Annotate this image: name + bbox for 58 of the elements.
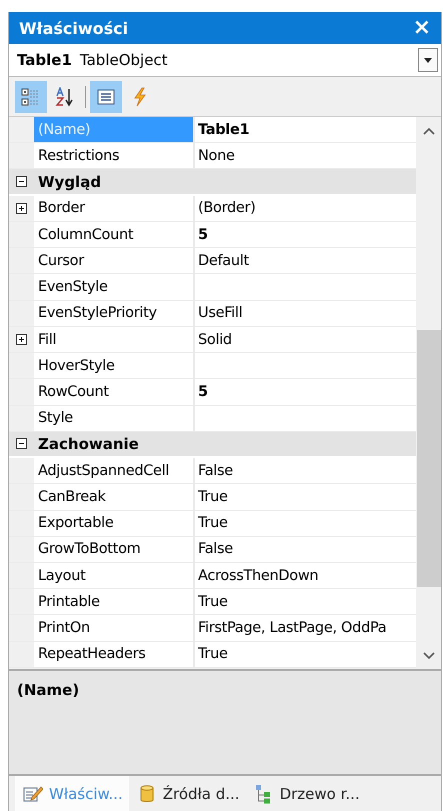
value-cell[interactable]: [195, 406, 416, 431]
property-value[interactable]: True: [195, 484, 416, 510]
tab[interactable]: Źródła d...: [128, 776, 246, 811]
property-value[interactable]: Default: [195, 248, 416, 274]
window-title: Właściwości: [19, 18, 128, 38]
property-value[interactable]: FirstPage, LastPage, OddPa: [195, 615, 416, 641]
property-value[interactable]: (Border): [195, 196, 416, 221]
object-type: TableObject: [80, 51, 169, 69]
value-cell[interactable]: [195, 353, 416, 378]
properties-button[interactable]: [90, 81, 122, 113]
property-value[interactable]: AcrossThenDown: [195, 563, 416, 588]
object-name: Table1: [17, 51, 72, 69]
property-value[interactable]: UseFill: [195, 300, 416, 326]
object-selector[interactable]: Table1 TableObject: [9, 44, 441, 77]
property-name[interactable]: Cursor: [34, 248, 195, 274]
property-value[interactable]: 5: [195, 379, 416, 405]
property-value[interactable]: False: [195, 458, 416, 484]
property-name[interactable]: EvenStylePriority: [34, 300, 195, 326]
dropdown-button[interactable]: [418, 48, 438, 72]
pencil-icon: [23, 784, 43, 804]
tab[interactable]: Drzewo r...: [246, 776, 366, 811]
property-name[interactable]: Fill: [34, 326, 195, 352]
property-name[interactable]: RepeatHeaders: [34, 642, 195, 667]
property-name[interactable]: Exportable: [34, 510, 195, 536]
property-name[interactable]: Border: [34, 196, 195, 221]
property-value[interactable]: Table1: [195, 117, 416, 142]
property-value[interactable]: None: [195, 143, 416, 168]
list-icon: [96, 87, 116, 107]
scroll-up-icon: [422, 127, 434, 135]
property-value[interactable]: True: [195, 510, 416, 536]
categorized-list-icon: [21, 87, 41, 107]
property-name[interactable]: Restrictions: [34, 143, 195, 168]
scroll-down-icon: [422, 652, 434, 660]
property-name[interactable]: RowCount: [34, 379, 195, 405]
sort-icon: [55, 87, 75, 107]
property-value[interactable]: False: [195, 536, 416, 562]
close-button[interactable]: ×: [408, 17, 435, 39]
categorized-button[interactable]: [15, 81, 47, 113]
property-name[interactable]: EvenStyle: [34, 274, 195, 300]
category-label[interactable]: Zachowanie: [34, 434, 139, 453]
category-label[interactable]: Wygląd: [34, 172, 102, 191]
property-value[interactable]: True: [195, 589, 416, 614]
scrollbar[interactable]: [416, 117, 441, 668]
scrollbar-thumb[interactable]: [416, 330, 440, 587]
caret-icon: [424, 58, 432, 62]
property-name[interactable]: Layout: [34, 563, 195, 588]
property-value[interactable]: 5: [195, 222, 416, 248]
description-title: (Name): [17, 681, 80, 699]
property-name[interactable]: CanBreak: [34, 484, 195, 510]
property-name[interactable]: ColumnCount: [34, 222, 195, 248]
property-value[interactable]: Solid: [195, 326, 416, 352]
property-name[interactable]: Style: [34, 406, 195, 431]
property-name[interactable]: GrowToBottom: [34, 536, 195, 562]
property-name[interactable]: HoverStyle: [34, 353, 195, 378]
property-name[interactable]: PrintOn: [34, 615, 195, 641]
property-value[interactable]: True: [195, 642, 416, 667]
property-name[interactable]: AdjustSpannedCell: [34, 458, 195, 484]
property-name[interactable]: Printable: [34, 589, 195, 614]
